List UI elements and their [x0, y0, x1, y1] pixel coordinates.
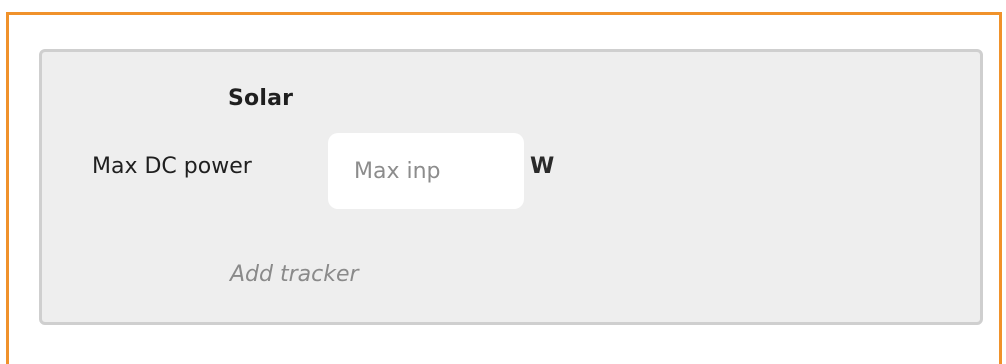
max-dc-power-input[interactable] [328, 133, 524, 209]
max-dc-power-label: Max DC power [92, 154, 252, 179]
selected-frame: Solar Max DC power W Add tracker [6, 12, 1002, 364]
power-unit-label: W [530, 154, 555, 179]
solar-panel: Solar Max DC power W Add tracker [39, 49, 983, 325]
section-title-solar: Solar [228, 86, 294, 111]
add-tracker-link[interactable]: Add tracker [230, 262, 359, 287]
